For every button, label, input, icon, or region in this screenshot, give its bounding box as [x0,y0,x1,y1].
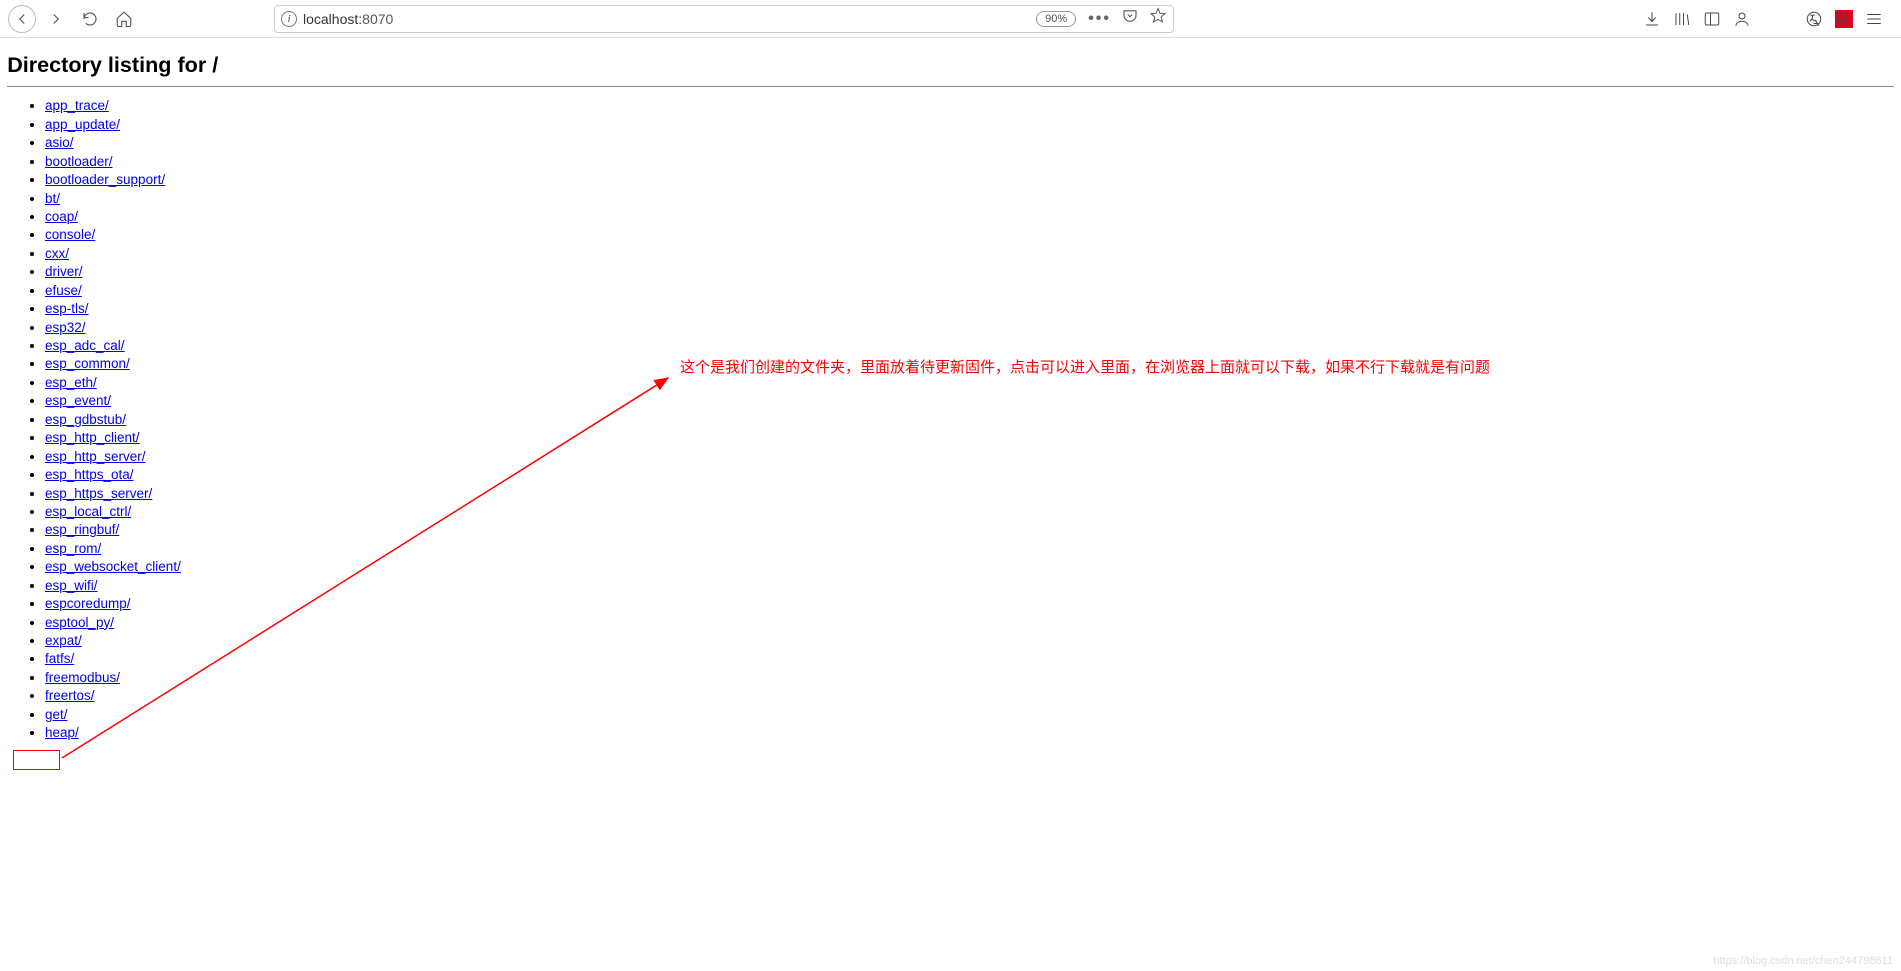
url-bar[interactable]: i localhost:8070 90% ••• [274,5,1174,33]
list-item: espcoredump/ [45,595,1894,613]
list-item: expat/ [45,632,1894,650]
list-item: freertos/ [45,687,1894,705]
list-item: esp_http_client/ [45,429,1894,447]
list-item: esp_websocket_client/ [45,558,1894,576]
list-item: esp_ringbuf/ [45,521,1894,539]
directory-link[interactable]: esp_gdbstub/ [45,412,126,427]
directory-link[interactable]: esptool_py/ [45,615,114,630]
translate-icon[interactable] [1805,10,1823,28]
directory-link[interactable]: freertos/ [45,688,95,703]
list-item: esp_adc_cal/ [45,337,1894,355]
directory-link[interactable]: esp_local_ctrl/ [45,504,131,519]
list-item: esp_event/ [45,392,1894,410]
account-icon[interactable] [1733,10,1751,28]
directory-link[interactable]: cxx/ [45,246,69,261]
library-icon[interactable] [1673,10,1691,28]
downloads-icon[interactable] [1643,10,1661,28]
list-item: esp_http_server/ [45,448,1894,466]
list-item: heap/ [45,724,1894,742]
list-item: esp_rom/ [45,540,1894,558]
directory-link[interactable]: espcoredump/ [45,596,131,611]
list-item: cxx/ [45,245,1894,263]
directory-link[interactable]: fatfs/ [45,651,74,666]
directory-link[interactable]: asio/ [45,135,74,150]
list-item: bt/ [45,190,1894,208]
back-button[interactable] [8,5,36,33]
list-item: esp_gdbstub/ [45,411,1894,429]
directory-link[interactable]: bootloader_support/ [45,172,165,187]
directory-link[interactable]: get/ [45,707,68,722]
list-item: freemodbus/ [45,669,1894,687]
list-item: asio/ [45,134,1894,152]
zoom-badge[interactable]: 90% [1036,11,1076,27]
directory-link[interactable]: app_trace/ [45,98,109,113]
reload-button[interactable] [76,5,104,33]
directory-link[interactable]: esp_http_server/ [45,449,146,464]
list-item: esp_https_ota/ [45,466,1894,484]
directory-link[interactable]: esp_ringbuf/ [45,522,119,537]
list-item: console/ [45,226,1894,244]
directory-link[interactable]: heap/ [45,725,79,740]
list-item: fatfs/ [45,650,1894,668]
forward-button[interactable] [42,5,70,33]
directory-link[interactable]: coap/ [45,209,78,224]
directory-link[interactable]: esp_http_client/ [45,430,140,445]
directory-link[interactable]: esp_wifi/ [45,578,98,593]
list-item: esp_https_server/ [45,485,1894,503]
list-item: bootloader/ [45,153,1894,171]
directory-link[interactable]: esp_https_ota/ [45,467,134,482]
directory-link[interactable]: app_update/ [45,117,120,132]
list-item: esp-tls/ [45,300,1894,318]
directory-link[interactable]: bootloader/ [45,154,113,169]
list-item: app_trace/ [45,97,1894,115]
list-item: bootloader_support/ [45,171,1894,189]
info-icon[interactable]: i [281,11,297,27]
adobe-icon[interactable] [1835,10,1853,28]
toolbar-right-icons [1643,10,1893,28]
directory-link[interactable]: driver/ [45,264,83,279]
home-button[interactable] [110,5,138,33]
directory-link[interactable]: esp_eth/ [45,375,97,390]
directory-link[interactable]: esp_websocket_client/ [45,559,181,574]
directory-link[interactable]: console/ [45,227,95,242]
bookmark-star-icon[interactable] [1149,7,1167,30]
list-item: esp32/ [45,319,1894,337]
list-item: efuse/ [45,282,1894,300]
list-item: app_update/ [45,116,1894,134]
browser-toolbar: i localhost:8070 90% ••• [0,0,1901,38]
page-actions-icon[interactable]: ••• [1088,10,1111,28]
list-item: coap/ [45,208,1894,226]
watermark: https://blog.csdn.net/chen244798611 [1713,955,1893,967]
pocket-icon[interactable] [1121,7,1139,30]
menu-icon[interactable] [1865,10,1883,28]
sidebar-icon[interactable] [1703,10,1721,28]
directory-link[interactable]: esp_adc_cal/ [45,338,125,353]
url-text: localhost:8070 [303,11,1030,27]
page-title: Directory listing for / [7,52,1894,78]
directory-link[interactable]: esp_event/ [45,393,111,408]
directory-list: app_trace/app_update/asio/bootloader/boo… [7,97,1894,741]
directory-link[interactable]: efuse/ [45,283,82,298]
directory-link[interactable]: esp_common/ [45,356,130,371]
directory-link[interactable]: esp-tls/ [45,301,89,316]
annotation-box [13,750,60,770]
directory-link[interactable]: expat/ [45,633,82,648]
directory-link[interactable]: bt/ [45,191,60,206]
list-item: esp_wifi/ [45,577,1894,595]
annotation-text: 这个是我们创建的文件夹，里面放着待更新固件，点击可以进入里面，在浏览器上面就可以… [680,356,1530,380]
list-item: get/ [45,706,1894,724]
list-item: esp_local_ctrl/ [45,503,1894,521]
directory-link[interactable]: esp_https_server/ [45,486,152,501]
list-item: esptool_py/ [45,614,1894,632]
directory-link[interactable]: esp_rom/ [45,541,101,556]
directory-link[interactable]: freemodbus/ [45,670,120,685]
directory-link[interactable]: esp32/ [45,320,86,335]
page-content: Directory listing for / app_trace/app_up… [0,38,1901,750]
list-item: driver/ [45,263,1894,281]
divider [7,86,1894,87]
